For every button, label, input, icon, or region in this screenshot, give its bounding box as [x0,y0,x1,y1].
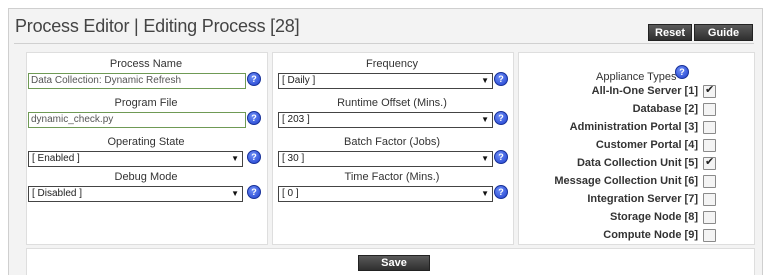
frequency-value: [ Daily ] [282,75,316,86]
appliance-row-customer-portal: Customer Portal [4] [596,138,716,152]
operating-state-value: [ Enabled ] [32,153,80,164]
triangle-down-icon: ▼ [481,76,489,85]
appliance-label: Data Collection Unit [5] [576,157,698,169]
page-title: Process Editor | Editing Process [28] [15,16,300,36]
appliance-label: Compute Node [9] [603,229,698,241]
appliance-row-integration-server: Integration Server [7] [587,192,716,206]
guide-button[interactable]: Guide [694,24,753,41]
time-factor-label: Time Factor (Mins.) [344,171,440,183]
runtime-offset-select[interactable]: [ 203 ] ▼ [278,112,493,128]
appliance-checkbox-2[interactable] [703,102,716,116]
appliance-label: Integration Server [7] [587,193,698,205]
appliance-row-all-in-one: All-In-One Server [1] ✔ [592,84,716,98]
appliance-checkbox-7[interactable] [703,192,716,206]
triangle-down-icon: ▼ [481,189,489,198]
appliance-types-title: Appliance Types [596,71,677,83]
batch-factor-help-icon[interactable]: ? [494,150,508,164]
appliance-row-data-collection: Data Collection Unit [5] ✔ [577,156,716,170]
appliance-label: Storage Node [8] [609,211,698,223]
appliance-label: Customer Portal [4] [595,139,698,151]
runtime-offset-label: Runtime Offset (Mins.) [337,97,447,109]
triangle-down-icon: ▼ [481,115,489,124]
appliance-checkbox-9[interactable] [703,228,716,242]
appliance-row-compute-node: Compute Node [9] [603,228,716,242]
reset-button[interactable]: Reset [648,24,692,41]
operating-state-label: Operating State [107,136,185,148]
frequency-help-icon[interactable]: ? [494,72,508,86]
appliance-checkbox-1[interactable]: ✔ [703,83,716,98]
time-factor-value: [ 0 ] [282,188,299,199]
appliance-row-storage-node: Storage Node [8] [610,210,716,224]
appliance-checkbox-4[interactable] [703,138,716,152]
batch-factor-value: [ 30 ] [282,153,305,164]
frequency-select[interactable]: [ Daily ] ▼ [278,73,493,89]
process-name-label: Process Name [109,58,183,70]
appliance-checkbox-5[interactable]: ✔ [703,155,716,170]
appliance-types-list: All-In-One Server [1] ✔ Database [2] Adm… [540,84,716,244]
triangle-down-icon: ▼ [481,154,489,163]
batch-factor-select[interactable]: [ 30 ] ▼ [278,151,493,167]
save-button[interactable]: Save [358,255,430,271]
checkmark-icon: ✔ [705,155,715,168]
triangle-down-icon: ▼ [231,154,239,163]
operating-state-select[interactable]: [ Enabled ] ▼ [28,151,243,167]
process-name-help-icon[interactable]: ? [247,72,261,86]
batch-factor-label: Batch Factor (Jobs) [344,136,440,148]
runtime-offset-value: [ 203 ] [282,114,310,125]
appliance-row-admin-portal: Administration Portal [3] [570,120,716,134]
time-factor-select[interactable]: [ 0 ] ▼ [278,186,493,202]
appliance-row-database: Database [2] [633,102,716,116]
program-file-field[interactable]: dynamic_check.py [28,112,246,128]
appliance-checkbox-6[interactable] [703,174,716,188]
appliance-label: Message Collection Unit [6] [554,175,698,187]
appliance-checkbox-3[interactable] [703,120,716,134]
appliance-label: Administration Portal [3] [569,121,698,133]
operating-state-help-icon[interactable]: ? [247,150,261,164]
appliance-label: Database [2] [632,103,698,115]
debug-mode-label: Debug Mode [114,171,178,183]
time-factor-help-icon[interactable]: ? [494,185,508,199]
debug-mode-value: [ Disabled ] [32,188,83,199]
debug-mode-help-icon[interactable]: ? [247,185,261,199]
program-file-label: Program File [114,97,178,109]
appliance-checkbox-8[interactable] [703,210,716,224]
appliance-label: All-In-One Server [1] [591,85,698,97]
appliance-types-help-icon[interactable]: ? [675,65,689,79]
program-file-help-icon[interactable]: ? [247,111,261,125]
header-divider [14,43,754,44]
debug-mode-select[interactable]: [ Disabled ] ▼ [28,186,243,202]
runtime-offset-help-icon[interactable]: ? [494,111,508,125]
triangle-down-icon: ▼ [231,189,239,198]
frequency-label: Frequency [366,58,418,70]
checkmark-icon: ✔ [705,83,715,96]
process-name-field[interactable]: Data Collection: Dynamic Refresh [28,73,246,89]
appliance-row-message-collection: Message Collection Unit [6] [554,174,716,188]
